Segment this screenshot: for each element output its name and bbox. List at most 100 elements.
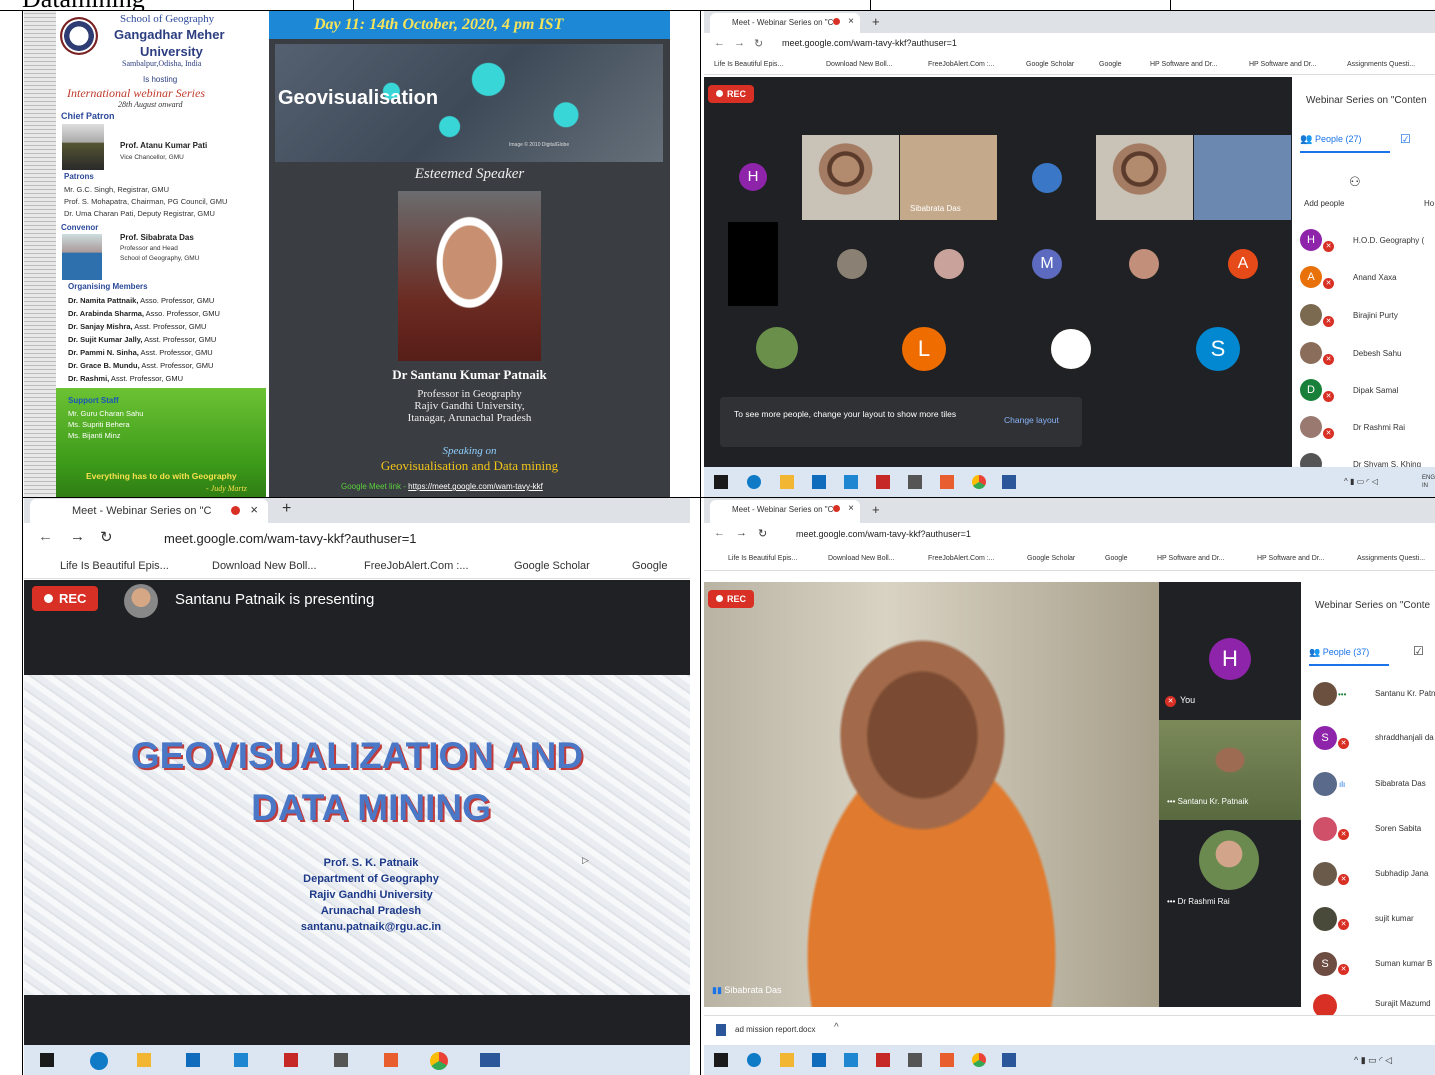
system-tray-icons[interactable]: ^ ▮ ▭ ◜ ◁ [1344,477,1378,486]
participant-name: Dipak Samal [1353,386,1399,395]
app-l-icon[interactable] [844,1053,858,1067]
back-icon[interactable]: ← [38,528,53,545]
word-icon[interactable] [480,1053,500,1067]
participant-name: Debesh Sahu [1353,349,1402,358]
url-input[interactable]: meet.google.com/wam-tavy-kkf?authuser=1 [782,38,957,48]
new-tab-icon[interactable]: + [872,502,880,517]
camera-icon[interactable] [908,1053,922,1067]
bookmark[interactable]: FreeJobAlert.Com :... [928,555,995,562]
file-explorer-icon[interactable] [780,475,794,489]
chat-check-icon[interactable]: ☑ [1400,132,1411,146]
browser-tab[interactable]: Meet - Webinar Series on "C × [710,13,860,33]
chevron-up-icon[interactable]: ^ [834,1022,839,1033]
system-tray-icons[interactable]: ^ ▮ ▭ ◜ ◁ [1354,1055,1392,1066]
meet-stage: REC Santanu Patnaik is presenting GEOVIS… [24,580,690,1045]
bookmark[interactable]: FreeJobAlert.Com :... [364,560,469,572]
edge-icon[interactable] [90,1052,108,1070]
mcafee-icon[interactable] [284,1053,298,1067]
word-icon[interactable] [1002,475,1016,489]
people-panel: Webinar Series on "Conten 👥 People (27) … [1292,77,1435,475]
bookmark[interactable]: HP Software and Dr... [1257,555,1325,562]
camera-icon[interactable] [334,1053,348,1067]
mail-icon[interactable] [186,1053,200,1067]
chrome-icon[interactable] [972,475,986,489]
bookmark[interactable]: HP Software and Dr... [1157,555,1225,562]
add-people-button[interactable]: Add people [1304,199,1344,208]
participant-name: Subhadip Jana [1375,869,1429,878]
participant-avatar-photo [837,249,867,279]
bookmark[interactable]: Google [632,560,667,572]
back-icon[interactable]: ← [714,37,725,49]
file-explorer-icon[interactable] [137,1053,151,1067]
download-item[interactable]: ad mission report.docx [735,1025,815,1034]
presenting-status: Santanu Patnaik is presenting [175,591,375,608]
url-input[interactable]: meet.google.com/wam-tavy-kkf?authuser=1 [796,529,971,539]
chrome-icon[interactable] [972,1053,986,1067]
reload-icon[interactable]: ↻ [100,528,113,546]
forward-icon[interactable]: → [734,37,745,49]
start-icon[interactable] [40,1053,54,1067]
word-icon[interactable] [1002,1053,1016,1067]
mail-icon[interactable] [812,475,826,489]
bookmark[interactable]: Download New Boll... [212,560,317,572]
url-input[interactable]: meet.google.com/wam-tavy-kkf?authuser=1 [164,531,417,546]
bookmark[interactable]: Google Scholar [1027,555,1075,562]
bookmark[interactable]: Download New Boll... [828,555,895,562]
paint-icon[interactable] [940,1053,954,1067]
mcafee-icon[interactable] [876,475,890,489]
people-tab[interactable]: 👥 People (37) [1309,647,1369,658]
host-controls-label[interactable]: Ho [1424,199,1434,208]
reload-icon[interactable]: ↻ [758,527,767,540]
bookmark[interactable]: FreeJobAlert.Com :... [928,61,995,68]
bookmark[interactable]: Google Scholar [1026,61,1074,68]
browser-tab[interactable]: Meet - Webinar Series on "C × [710,500,860,523]
reload-icon[interactable]: ↻ [754,37,763,50]
start-icon[interactable] [714,475,728,489]
meet-link[interactable]: https://meet.google.com/wam-tavy-kkf [408,482,543,491]
change-layout-button[interactable]: Change layout [1004,415,1059,425]
language-indicator[interactable]: ENG IN [1422,474,1435,490]
bookmark[interactable]: Assignments Questi... [1357,555,1425,562]
participant-avatar: H [739,163,767,191]
bookmarks-bar: Life Is Beautiful Epis... Download New B… [24,553,690,579]
bookmark[interactable]: HP Software and Dr... [1150,61,1218,68]
forward-icon[interactable]: → [70,528,85,545]
bookmark[interactable]: Google Scholar [514,560,590,572]
bookmark[interactable]: HP Software and Dr... [1249,61,1317,68]
app-l-icon[interactable] [844,475,858,489]
speaker-view-window: Meet - Webinar Series on "C × + ← → ↻ mee… [704,497,1435,1075]
member: Dr. Sanjay Mishra, Asst. Professor, GMU [68,322,207,331]
bookmark[interactable]: Life Is Beautiful Epis... [60,560,169,572]
camera-icon[interactable] [908,475,922,489]
bookmark[interactable]: Life Is Beautiful Epis... [714,61,783,68]
bookmark[interactable]: Google [1099,61,1122,68]
edge-icon[interactable] [747,475,761,489]
start-icon[interactable] [714,1053,728,1067]
bookmark[interactable]: Assignments Questi... [1347,61,1415,68]
webinar-poster: School of Geography Gangadhar Meher Univ… [24,11,670,497]
paint-icon[interactable] [384,1053,398,1067]
bookmark[interactable]: Download New Boll... [826,61,893,68]
windows-taskbar [24,1045,690,1075]
new-tab-icon[interactable]: + [872,14,880,29]
divider [353,0,354,11]
new-tab-icon[interactable]: + [282,500,291,518]
chat-check-icon[interactable]: ☑ [1413,644,1424,658]
app-l-icon[interactable] [234,1053,248,1067]
browser-tab[interactable]: Meet - Webinar Series on "C × [30,499,268,523]
bookmark[interactable]: Life Is Beautiful Epis... [728,555,797,562]
chrome-icon[interactable] [430,1052,448,1070]
forward-icon[interactable]: → [736,527,747,539]
rec-badge: REC [708,590,755,608]
people-tab[interactable]: 👥 People (27) [1300,134,1362,145]
paint-icon[interactable] [940,475,954,489]
mcafee-icon[interactable] [876,1053,890,1067]
mail-icon[interactable] [812,1053,826,1067]
bookmark[interactable]: Google [1105,555,1128,562]
back-icon[interactable]: ← [714,527,725,539]
add-person-icon[interactable]: ⚇ [1349,174,1361,190]
patrons-label: Patrons [64,172,94,181]
file-explorer-icon[interactable] [780,1053,794,1067]
mic-off-icon: ✕ [1323,391,1334,402]
edge-icon[interactable] [747,1053,761,1067]
